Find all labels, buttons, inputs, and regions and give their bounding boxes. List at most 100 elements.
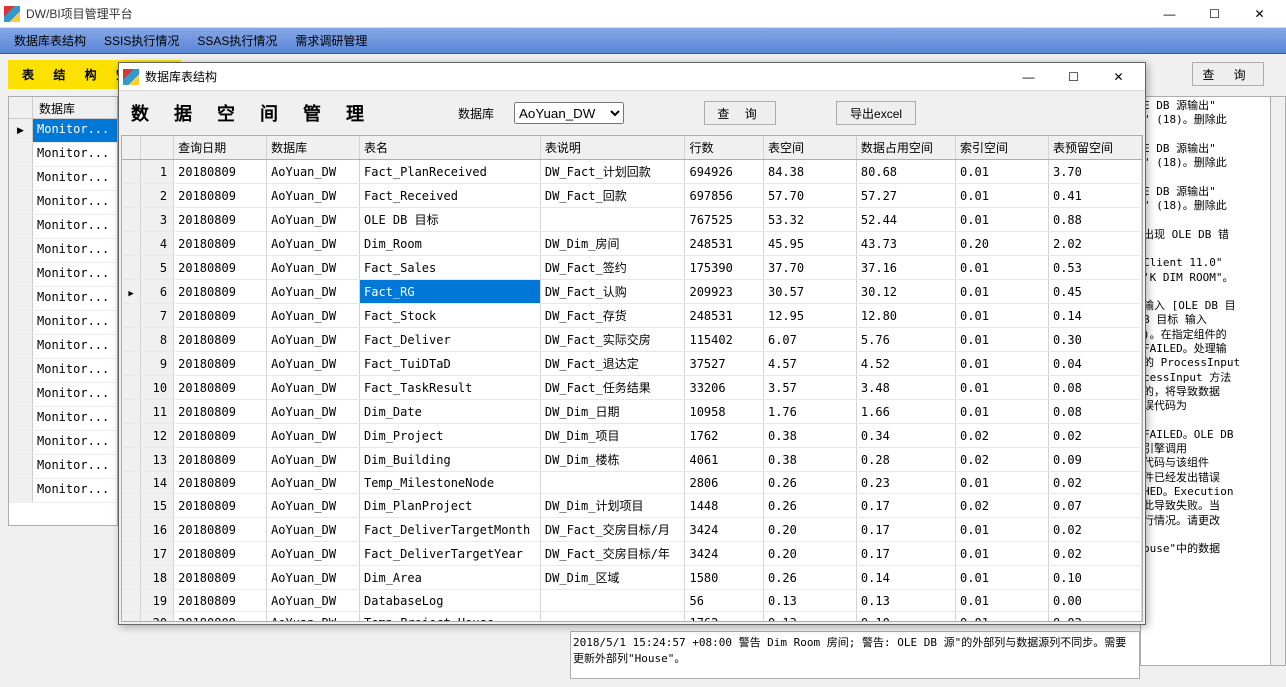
th-table-desc[interactable]: 表说明 bbox=[540, 136, 685, 160]
cell-table-space: 53.32 bbox=[763, 208, 856, 232]
bg-query-button[interactable]: 查 询 bbox=[1192, 62, 1264, 86]
th-table-space[interactable]: 表空间 bbox=[763, 136, 856, 160]
menu-db-struct[interactable]: 数据库表结构 bbox=[14, 32, 86, 49]
cell-rows: 37527 bbox=[685, 352, 763, 376]
table-row[interactable]: 1020180809AoYuan_DWFact_TaskResultDW_Fac… bbox=[122, 376, 1142, 400]
main-minimize-button[interactable]: — bbox=[1147, 1, 1192, 27]
cell-rows: 248531 bbox=[685, 232, 763, 256]
table-row[interactable]: 520180809AoYuan_DWFact_SalesDW_Fact_签约17… bbox=[122, 256, 1142, 280]
bg-left-row[interactable]: Monitor... bbox=[9, 311, 117, 335]
inner-minimize-button[interactable]: — bbox=[1006, 64, 1051, 90]
cell-data-used: 0.17 bbox=[856, 542, 955, 566]
table-row[interactable]: 2020180809AoYuan_DWTemp_Project_House176… bbox=[122, 612, 1142, 622]
row-num: 18 bbox=[141, 566, 174, 590]
cell-rows: 175390 bbox=[685, 256, 763, 280]
th-rows[interactable]: 行数 bbox=[685, 136, 763, 160]
row-num: 6 bbox=[141, 280, 174, 304]
table-row[interactable]: 1320180809AoYuan_DWDim_BuildingDW_Dim_楼栋… bbox=[122, 448, 1142, 472]
export-excel-button[interactable]: 导出excel bbox=[836, 101, 916, 125]
inner-close-button[interactable]: ✕ bbox=[1096, 64, 1141, 90]
bg-left-cell: Monitor... bbox=[33, 455, 117, 478]
table-row[interactable]: 1520180809AoYuan_DWDim_PlanProjectDW_Dim… bbox=[122, 494, 1142, 518]
cell-table-space: 12.95 bbox=[763, 304, 856, 328]
table-row[interactable]: 920180809AoYuan_DWFact_TuiDTaDDW_Fact_退达… bbox=[122, 352, 1142, 376]
table-row[interactable]: 720180809AoYuan_DWFact_StockDW_Fact_存货24… bbox=[122, 304, 1142, 328]
bg-left-row[interactable]: Monitor... bbox=[9, 359, 117, 383]
bg-bottom-log: 2018/5/1 15:24:57 +08:00 警告 Dim Room 房间;… bbox=[570, 631, 1140, 679]
cell-table-desc: DW_Dim_项目 bbox=[540, 424, 685, 448]
cell-index-space: 0.01 bbox=[956, 590, 1049, 612]
inner-app-icon bbox=[123, 69, 139, 85]
bg-left-row[interactable]: Monitor... bbox=[9, 407, 117, 431]
bg-left-cell: Monitor... bbox=[33, 167, 117, 190]
bg-left-row[interactable]: Monitor... bbox=[9, 143, 117, 167]
cell-reserved: 0.08 bbox=[1048, 376, 1141, 400]
cell-reserved: 0.88 bbox=[1048, 208, 1141, 232]
table-row[interactable]: 220180809AoYuan_DWFact_ReceivedDW_Fact_回… bbox=[122, 184, 1142, 208]
data-grid[interactable]: 查询日期 数据库 表名 表说明 行数 表空间 数据占用空间 索引空间 表预留空间… bbox=[122, 136, 1142, 621]
cell-query-date: 20180809 bbox=[174, 400, 267, 424]
bg-left-row[interactable]: Monitor... bbox=[9, 191, 117, 215]
table-row[interactable]: 120180809AoYuan_DWFact_PlanReceivedDW_Fa… bbox=[122, 160, 1142, 184]
table-row[interactable]: 1120180809AoYuan_DWDim_DateDW_Dim_日期1095… bbox=[122, 400, 1142, 424]
th-index-space[interactable]: 索引空间 bbox=[956, 136, 1049, 160]
bg-left-cell: Monitor... bbox=[33, 215, 117, 238]
inner-query-button[interactable]: 查 询 bbox=[704, 101, 776, 125]
cell-table-desc: DW_Fact_回款 bbox=[540, 184, 685, 208]
bg-left-row[interactable]: Monitor... bbox=[9, 479, 117, 503]
menu-ssis[interactable]: SSIS执行情况 bbox=[104, 32, 179, 49]
table-row[interactable]: 620180809AoYuan_DWFact_RGDW_Fact_认购20992… bbox=[122, 280, 1142, 304]
table-row[interactable]: 820180809AoYuan_DWFact_DeliverDW_Fact_实际… bbox=[122, 328, 1142, 352]
cell-reserved: 2.02 bbox=[1048, 232, 1141, 256]
cell-table-desc: DW_Fact_交房目标/月 bbox=[540, 518, 685, 542]
bg-left-row[interactable]: Monitor... bbox=[9, 263, 117, 287]
row-arrow-icon bbox=[122, 566, 141, 590]
bg-left-row[interactable]: Monitor... bbox=[9, 335, 117, 359]
db-select[interactable]: AoYuan_DW bbox=[514, 102, 624, 124]
th-query-date[interactable]: 查询日期 bbox=[174, 136, 267, 160]
cell-table-space: 0.13 bbox=[763, 612, 856, 622]
table-row[interactable]: 1820180809AoYuan_DWDim_AreaDW_Dim_区域1580… bbox=[122, 566, 1142, 590]
main-close-button[interactable]: ✕ bbox=[1237, 1, 1282, 27]
cell-reserved: 0.30 bbox=[1048, 328, 1141, 352]
cell-table-name: Fact_PlanReceived bbox=[360, 160, 541, 184]
table-row[interactable]: 320180809AoYuan_DWOLE DB 目标76752553.3252… bbox=[122, 208, 1142, 232]
rowsel-icon bbox=[9, 407, 33, 430]
th-reserved[interactable]: 表预留空间 bbox=[1048, 136, 1141, 160]
bg-left-row[interactable]: Monitor... bbox=[9, 455, 117, 479]
table-row[interactable]: 1920180809AoYuan_DWDatabaseLog560.130.13… bbox=[122, 590, 1142, 612]
cell-table-space: 0.26 bbox=[763, 566, 856, 590]
cell-index-space: 0.20 bbox=[956, 232, 1049, 256]
menu-req[interactable]: 需求调研管理 bbox=[295, 32, 367, 49]
bg-left-grid[interactable]: 数据库 Monitor...Monitor...Monitor...Monito… bbox=[8, 96, 118, 526]
cell-data-used: 37.16 bbox=[856, 256, 955, 280]
inner-maximize-button[interactable]: ☐ bbox=[1051, 64, 1096, 90]
row-arrow-icon bbox=[122, 518, 141, 542]
db-label: 数据库 bbox=[458, 105, 494, 122]
row-num: 2 bbox=[141, 184, 174, 208]
th-table-name[interactable]: 表名 bbox=[360, 136, 541, 160]
th-db[interactable]: 数据库 bbox=[267, 136, 360, 160]
bg-left-row[interactable]: Monitor... bbox=[9, 239, 117, 263]
table-row[interactable]: 1420180809AoYuan_DWTemp_MilestoneNode280… bbox=[122, 472, 1142, 494]
cell-table-name: Dim_Date bbox=[360, 400, 541, 424]
bg-left-row[interactable]: Monitor... bbox=[9, 383, 117, 407]
bg-left-row[interactable]: Monitor... bbox=[9, 431, 117, 455]
menu-ssas[interactable]: SSAS执行情况 bbox=[197, 32, 277, 49]
main-maximize-button[interactable]: ☐ bbox=[1192, 1, 1237, 27]
bg-left-row[interactable]: Monitor... bbox=[9, 287, 117, 311]
th-data-used[interactable]: 数据占用空间 bbox=[856, 136, 955, 160]
app-title: DW/BI项目管理平台 bbox=[26, 5, 1147, 22]
bg-scrollbar[interactable] bbox=[1270, 96, 1286, 666]
cell-rows: 2806 bbox=[685, 472, 763, 494]
bg-left-row[interactable]: Monitor... bbox=[9, 167, 117, 191]
row-num: 16 bbox=[141, 518, 174, 542]
table-row[interactable]: 420180809AoYuan_DWDim_RoomDW_Dim_房间24853… bbox=[122, 232, 1142, 256]
table-row[interactable]: 1620180809AoYuan_DWFact_DeliverTargetMon… bbox=[122, 518, 1142, 542]
cell-db: AoYuan_DW bbox=[267, 352, 360, 376]
bg-left-row[interactable]: Monitor... bbox=[9, 215, 117, 239]
table-row[interactable]: 1220180809AoYuan_DWDim_ProjectDW_Dim_项目1… bbox=[122, 424, 1142, 448]
bg-left-row[interactable]: Monitor... bbox=[9, 119, 117, 143]
table-row[interactable]: 1720180809AoYuan_DWFact_DeliverTargetYea… bbox=[122, 542, 1142, 566]
cell-index-space: 0.01 bbox=[956, 160, 1049, 184]
